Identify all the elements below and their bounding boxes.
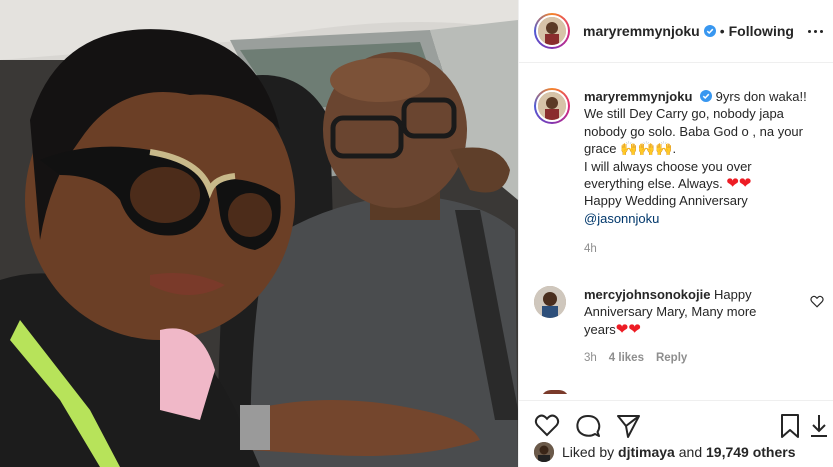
heart-icon[interactable] xyxy=(534,413,560,439)
more-options-icon[interactable] xyxy=(804,22,826,40)
avatar-image xyxy=(538,92,566,120)
verified-icon xyxy=(703,25,716,37)
next-comment-avatar xyxy=(541,390,569,394)
avatar-image xyxy=(534,442,554,462)
following-button[interactable]: Following xyxy=(729,23,794,39)
caption: maryremmynjoku 9yrs don waka!! We still … xyxy=(534,88,812,259)
comment-icon[interactable] xyxy=(575,413,601,439)
commenter-username[interactable]: mercyjohnsonokojie xyxy=(584,287,710,302)
post-photo[interactable] xyxy=(0,0,518,467)
liker-username[interactable]: djtimaya xyxy=(618,444,675,460)
mention-link[interactable]: @jasonnjoku xyxy=(584,210,812,227)
caption-text-line4: grace xyxy=(584,141,617,157)
comment-text-line2: Anniversary Mary, Many more xyxy=(584,304,757,320)
likes-summary[interactable]: Liked by djtimaya and 19,749 others xyxy=(534,442,796,462)
post-header: maryremmynjoku • Following xyxy=(519,0,833,63)
verified-icon xyxy=(700,90,713,102)
separator-dot: • xyxy=(719,23,725,39)
comment-text-line3: years xyxy=(584,321,616,337)
caption-avatar[interactable] xyxy=(534,88,570,124)
caption-text-line3: nobody go solo. Baba God o , na your xyxy=(584,123,803,139)
raised-hands-emoji: 🙌🙌🙌 xyxy=(620,140,673,157)
commenter-avatar[interactable] xyxy=(534,286,566,318)
caption-text-line7: Happy Wedding Anniversary xyxy=(584,193,748,209)
caption-text-line5: I will always choose you over xyxy=(584,158,752,174)
post-image xyxy=(0,0,518,467)
caption-text-line6: everything else. Always. xyxy=(584,176,723,192)
share-icon[interactable] xyxy=(615,413,641,439)
header-username[interactable]: maryremmynjoku xyxy=(583,23,700,39)
caption-username[interactable]: maryremmynjoku xyxy=(584,89,692,104)
bookmark-icon[interactable] xyxy=(777,413,803,439)
avatar-image xyxy=(538,17,566,45)
comment-likes-count[interactable]: 4 likes xyxy=(609,350,644,367)
comment-timestamp[interactable]: 3h xyxy=(584,350,597,367)
caption-timestamp[interactable]: 4h xyxy=(584,241,597,258)
caption-text-line1: 9yrs don waka!! xyxy=(715,89,807,104)
like-comment-heart-icon[interactable] xyxy=(810,295,824,308)
avatar-image xyxy=(534,286,566,318)
post-details-panel: maryremmynjoku • Following maryremmynjok… xyxy=(518,0,833,467)
author-avatar[interactable] xyxy=(534,13,570,49)
reply-button[interactable]: Reply xyxy=(656,350,687,367)
comment-text-line1: Happy xyxy=(714,287,752,302)
download-icon[interactable] xyxy=(809,413,829,439)
caption-text-line2: We still Dey Carry go, nobody japa xyxy=(584,106,784,122)
likes-and: and xyxy=(678,444,703,460)
liker-avatar xyxy=(534,442,554,462)
caption-period: . xyxy=(672,141,677,157)
heart-emoji: ❤❤ xyxy=(615,320,641,338)
likes-count[interactable]: 19,749 others xyxy=(706,444,796,460)
comments-section[interactable]: maryremmynjoku 9yrs don waka!! We still … xyxy=(519,64,833,394)
action-bar xyxy=(519,400,833,440)
heart-emoji: ❤❤ xyxy=(726,175,752,193)
comment-item: mercyjohnsonokojie Happy Anniversary Mar… xyxy=(534,286,812,368)
likes-prefix: Liked by xyxy=(562,444,615,460)
